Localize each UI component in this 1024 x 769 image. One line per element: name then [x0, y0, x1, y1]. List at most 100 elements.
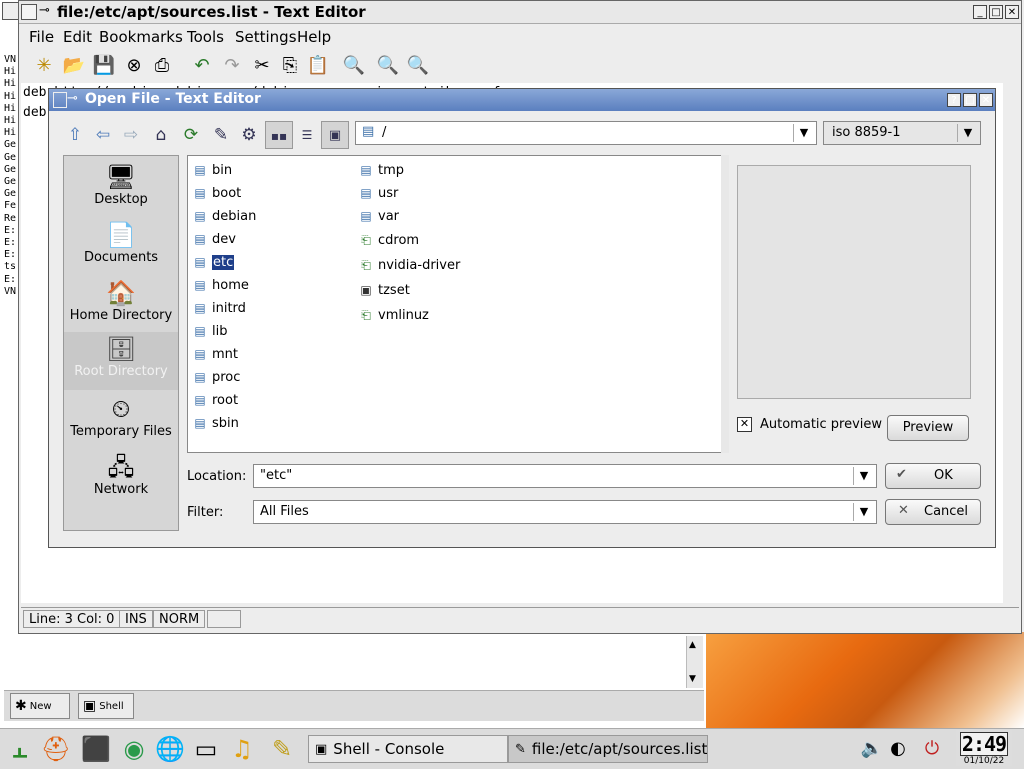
- minimize-icon[interactable]: _: [973, 5, 987, 19]
- window-menu-icon[interactable]: [21, 4, 37, 20]
- redo-icon[interactable]: ↷: [219, 53, 245, 79]
- detailed-view-icon[interactable]: ☰: [293, 121, 321, 149]
- scroll-up-icon[interactable]: ▲: [689, 640, 696, 650]
- cube-icon[interactable]: ⬛: [80, 733, 112, 765]
- place-home-directory[interactable]: 🏠 Home Directory: [64, 276, 178, 334]
- tape-icon[interactable]: ▭: [190, 733, 222, 765]
- dialog-maximize-icon[interactable]: □: [963, 93, 977, 107]
- back-icon[interactable]: ⇦: [89, 121, 117, 149]
- path-dropdown-icon[interactable]: ▼: [793, 124, 814, 142]
- menu-bookmarks[interactable]: Bookmarks: [99, 28, 183, 46]
- list-item[interactable]: ▤ usr: [358, 183, 398, 203]
- zoom-out-icon[interactable]: 🔍: [405, 53, 431, 79]
- place-root-directory[interactable]: 🗄 Root Directory: [64, 332, 178, 390]
- encoding-combo[interactable]: iso 8859-1 ▼: [823, 121, 981, 145]
- dialog-title-bar[interactable]: ⊸ Open File - Text Editor ? □ ✕: [49, 89, 995, 111]
- configure-icon[interactable]: ⚙: [235, 121, 263, 149]
- list-item[interactable]: ▤ root: [192, 390, 238, 410]
- k-menu-icon[interactable]: ⫠: [4, 733, 36, 765]
- paste-icon[interactable]: 📋: [305, 53, 331, 79]
- place-temporary-files[interactable]: ⏲ Temporary Files: [64, 392, 178, 450]
- sound-icon[interactable]: ♫: [226, 733, 258, 765]
- list-item[interactable]: ▤ proc: [192, 367, 240, 387]
- file-list[interactable]: ▤ bin ▤ boot ▤ debian ▤ dev ▤ etc ▤ home ▤ init…: [187, 155, 729, 453]
- list-item[interactable]: ▤ debian: [192, 206, 256, 226]
- ok-button[interactable]: ✔ OK: [885, 463, 981, 489]
- menu-settings[interactable]: Settings: [235, 28, 297, 46]
- location-input[interactable]: "etc" ▼: [253, 464, 877, 488]
- path-combo[interactable]: ▤ / ▼: [355, 121, 817, 145]
- editor-title-bar[interactable]: ⊸ file:/etc/apt/sources.list - Text Edit…: [19, 1, 1021, 24]
- list-item[interactable]: ▤ home: [192, 275, 249, 295]
- list-item-selected[interactable]: ▤ etc: [192, 252, 235, 272]
- clipboard-icon[interactable]: ◐: [882, 733, 914, 765]
- place-documents[interactable]: 📄 Documents: [64, 218, 178, 276]
- forward-icon[interactable]: ⇨: [117, 121, 145, 149]
- list-item[interactable]: ▤ bin: [192, 160, 232, 180]
- automatic-preview-checkbox[interactable]: ✕ Automatic preview: [737, 417, 882, 432]
- power-icon[interactable]: ⏻: [916, 733, 948, 765]
- konsole-tab-shell[interactable]: ▣ Shell: [78, 693, 134, 719]
- preview-toggle-icon[interactable]: ▣: [321, 121, 349, 149]
- preview-button[interactable]: Preview: [887, 415, 969, 441]
- close-icon[interactable]: ✕: [1005, 5, 1019, 19]
- new-folder-icon[interactable]: ✎: [207, 121, 235, 149]
- short-view-icon[interactable]: ▪▪: [265, 121, 293, 149]
- file-list-scrollbar[interactable]: [721, 155, 729, 453]
- list-item[interactable]: ⎗ vmlinuz: [358, 305, 429, 325]
- copy-icon[interactable]: ⎘: [277, 53, 303, 79]
- pin-icon[interactable]: ⊸: [39, 3, 50, 18]
- filter-combo[interactable]: All Files ▼: [253, 500, 877, 524]
- scroll-down-icon[interactable]: ▼: [689, 674, 696, 684]
- location-dropdown-icon[interactable]: ▼: [853, 467, 874, 485]
- list-item[interactable]: ▤ var: [358, 206, 399, 226]
- list-item[interactable]: ⎗ nvidia-driver: [358, 255, 460, 275]
- new-file-icon[interactable]: ✳: [31, 53, 57, 79]
- paint-icon[interactable]: ✎: [266, 733, 298, 765]
- clock[interactable]: 2:49 01/10/22: [956, 730, 1012, 766]
- menu-help[interactable]: Help: [297, 28, 331, 46]
- list-item[interactable]: ▤ mnt: [192, 344, 238, 364]
- maximize-icon[interactable]: □: [989, 5, 1003, 19]
- cancel-x-icon: ✕: [898, 503, 909, 518]
- dialog-close-icon[interactable]: ✕: [979, 93, 993, 107]
- close-document-icon[interactable]: ⊗: [121, 53, 147, 79]
- place-network[interactable]: 🖧 Network: [64, 450, 178, 508]
- filter-dropdown-icon[interactable]: ▼: [853, 503, 874, 521]
- save-icon[interactable]: 💾: [91, 53, 117, 79]
- menu-edit[interactable]: Edit: [63, 28, 92, 46]
- undo-icon[interactable]: ↶: [189, 53, 215, 79]
- zoom-in-icon[interactable]: 🔍: [375, 53, 401, 79]
- encoding-dropdown-icon[interactable]: ▼: [957, 124, 978, 142]
- task-text-editor[interactable]: ✎ file:/etc/apt/sources.list: [508, 735, 708, 763]
- dialog-pin-icon[interactable]: ⊸: [67, 91, 78, 106]
- menu-tools[interactable]: Tools: [187, 28, 224, 46]
- konsole-scrollbar[interactable]: ▲ ▼: [686, 636, 703, 688]
- menu-file[interactable]: File: [29, 28, 54, 46]
- dialog-menu-icon[interactable]: [53, 92, 67, 108]
- list-item[interactable]: ▤ lib: [192, 321, 227, 341]
- parent-folder-icon[interactable]: ⇧: [61, 121, 89, 149]
- print-icon[interactable]: ⎙: [149, 53, 175, 79]
- task-shell-console[interactable]: ▣ Shell - Console: [308, 735, 508, 763]
- list-item[interactable]: ⎗ cdrom: [358, 230, 419, 250]
- cut-icon[interactable]: ✂: [249, 53, 275, 79]
- lifebuoy-icon[interactable]: ⛑: [40, 733, 72, 765]
- globe-icon[interactable]: 🌐: [154, 733, 186, 765]
- list-item[interactable]: ▤ initrd: [192, 298, 246, 318]
- place-desktop[interactable]: 🖥 Desktop: [64, 160, 178, 218]
- reload-icon[interactable]: ⟳: [177, 121, 205, 149]
- cancel-button[interactable]: ✕ Cancel: [885, 499, 981, 525]
- list-item[interactable]: ▤ boot: [192, 183, 241, 203]
- runner-icon[interactable]: ◉: [118, 733, 150, 765]
- konsole-new-tab-button[interactable]: ✱ New: [10, 693, 70, 719]
- list-item[interactable]: ▤ sbin: [192, 413, 239, 433]
- home-icon[interactable]: ⌂: [147, 121, 175, 149]
- open-file-icon[interactable]: 📂: [61, 53, 87, 79]
- list-item[interactable]: ▣ tzset: [358, 280, 409, 300]
- list-item[interactable]: ▤ tmp: [358, 160, 404, 180]
- checkbox-checked-icon[interactable]: ✕: [737, 417, 752, 432]
- dialog-help-icon[interactable]: ?: [947, 93, 961, 107]
- find-icon[interactable]: 🔍: [341, 53, 367, 79]
- list-item[interactable]: ▤ dev: [192, 229, 236, 249]
